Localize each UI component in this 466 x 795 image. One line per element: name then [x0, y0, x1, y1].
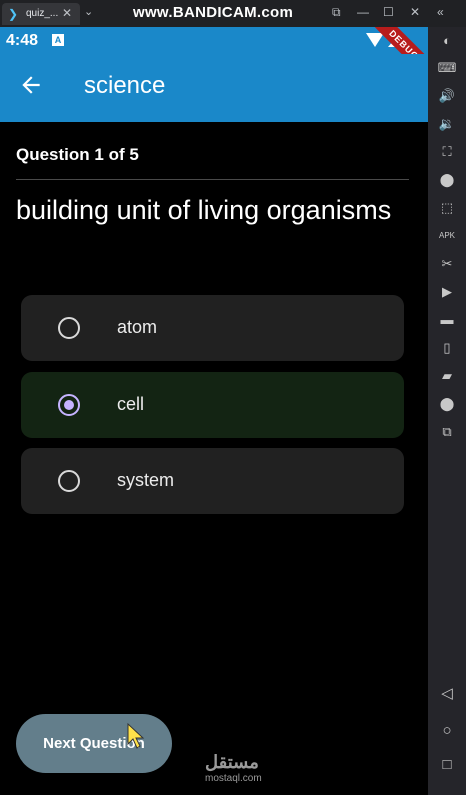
question-text: building unit of living organisms [16, 195, 392, 225]
radio-button[interactable] [58, 470, 80, 492]
nav-recents-icon[interactable]: □ [437, 755, 457, 775]
option-cell[interactable]: cell [21, 372, 404, 438]
shake-icon[interactable]: ▯ [437, 339, 457, 357]
brand-logo-text: مستقل [205, 752, 259, 772]
question-counter: Question 1 of 5 [16, 145, 139, 164]
scissors-icon[interactable]: ✂ [437, 255, 457, 273]
notification-icon: A [52, 34, 64, 46]
back-arrow-icon[interactable] [18, 72, 44, 98]
status-time: 4:48 [6, 32, 39, 49]
play-icon[interactable]: ▶ [437, 283, 457, 301]
record-icon[interactable]: ⬤ [437, 171, 457, 189]
option-system[interactable]: system [21, 448, 404, 514]
option-label: atom [117, 317, 158, 337]
brand-url: mostaql.com [205, 773, 262, 784]
radio-button[interactable] [58, 317, 80, 339]
nav-home-icon[interactable]: ○ [437, 721, 457, 741]
option-label: cell [117, 394, 145, 414]
browser-tab[interactable]: ❯ quiz_... ✕ [2, 3, 80, 25]
flutter-icon: ❯ [8, 7, 19, 21]
maximize-icon[interactable]: ☐ [383, 5, 394, 19]
option-atom[interactable]: atom [21, 295, 404, 361]
tab-list-icon[interactable]: ⌄ [84, 5, 93, 18]
radio-button-selected[interactable] [58, 394, 80, 416]
wifi-icon [366, 33, 384, 47]
recorder-watermark: www.BANDICAM.com [133, 4, 294, 21]
folder-icon[interactable]: ▰ [437, 367, 457, 385]
close-window-icon[interactable]: ✕ [410, 5, 420, 19]
volume-up-icon[interactable]: 🔊 [437, 87, 457, 105]
apk-icon[interactable]: APK [437, 227, 457, 245]
minimize-icon[interactable]: — [357, 5, 369, 19]
page-title: science [84, 72, 166, 99]
divider [16, 179, 409, 180]
close-tab-icon[interactable]: ✕ [62, 6, 72, 20]
tab-title: quiz_... [26, 8, 59, 19]
screenshot-icon[interactable]: ⛶ [437, 143, 457, 161]
app-bar: science [0, 54, 428, 122]
emulator-toolbar: ◐ ⌨ 🔊 🔉 ⛶ ⬤ ⬚ APK ✂ ▶ ▬ ▯ ▰ ⬤ ⧉ ◁ ○ □ [428, 27, 466, 795]
next-question-button[interactable]: Next Question [16, 714, 172, 773]
rotate-icon[interactable]: ⧉ [437, 423, 457, 441]
theme-icon[interactable]: ◐ [437, 32, 457, 50]
radio-dot [64, 400, 74, 410]
multi-window-icon[interactable]: ⬚ [437, 199, 457, 217]
mouse-cursor-icon [127, 722, 145, 749]
collapse-sidebar-icon[interactable]: « [437, 5, 444, 19]
phone-screen: 4:48 A DEBUG science Question 1 of 5 bui… [0, 27, 428, 795]
nav-back-icon[interactable]: ◁ [437, 684, 457, 704]
location-icon[interactable]: ⬤ [437, 395, 457, 413]
status-bar: 4:48 A DEBUG [0, 27, 428, 87]
keyboard-icon[interactable]: ⌨ [437, 59, 457, 77]
volume-down-icon[interactable]: 🔉 [437, 115, 457, 133]
option-label: system [117, 470, 175, 490]
emulator-window: ❯ quiz_... ✕ ⌄ www.BANDICAM.com ⧉ — ☐ ✕ … [0, 0, 466, 795]
restore-icon[interactable]: ⧉ [332, 5, 341, 20]
window-title-bar: ❯ quiz_... ✕ ⌄ www.BANDICAM.com ⧉ — ☐ ✕ … [0, 0, 466, 27]
media-icon[interactable]: ▬ [437, 311, 457, 329]
